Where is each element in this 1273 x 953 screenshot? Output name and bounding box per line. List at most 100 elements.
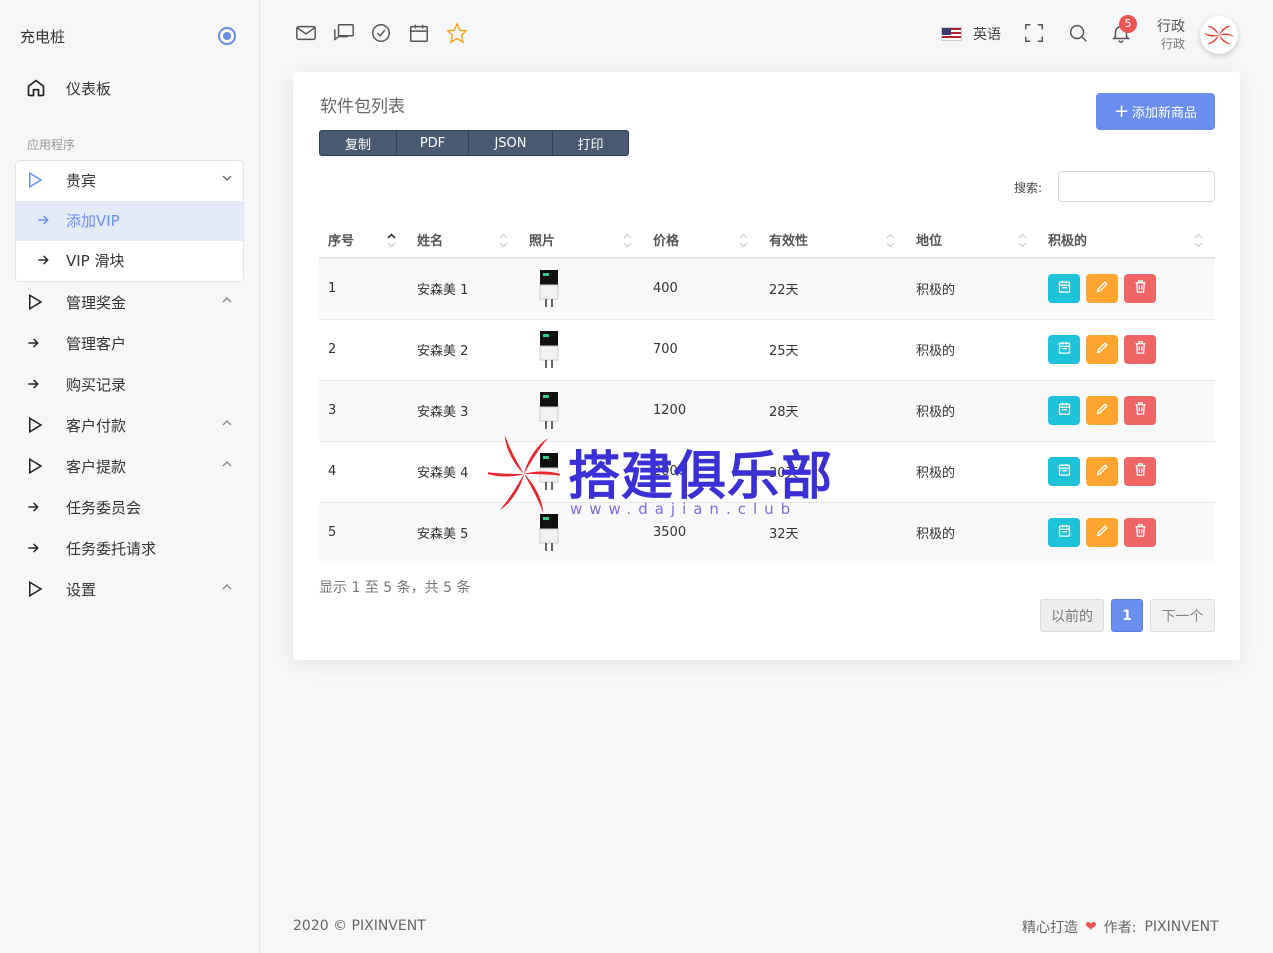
column-header-validity[interactable]: 有效性: [760, 222, 907, 259]
edit-button[interactable]: [1086, 274, 1118, 304]
sidebar-item-label: VIP 滑块: [66, 251, 125, 270]
fullscreen-icon[interactable]: [1023, 22, 1045, 44]
delete-button[interactable]: [1124, 335, 1156, 364]
sidebar-item-commission[interactable]: 任务委员会: [16, 487, 244, 527]
sidebar-item-vip-slider[interactable]: VIP 滑块: [16, 240, 244, 280]
check-circle-icon[interactable]: [370, 22, 392, 44]
search-input[interactable]: [1058, 171, 1215, 202]
sidebar-item-commission-requests[interactable]: 任务委托请求: [16, 528, 244, 568]
sidebar-item-payments[interactable]: 客户付款: [16, 405, 244, 445]
chevron-up-icon: [222, 420, 232, 426]
edit-button[interactable]: [1086, 335, 1118, 364]
sidebar-item-label: 管理奖金: [66, 293, 127, 312]
mail-icon[interactable]: [295, 22, 317, 44]
calendar-button[interactable]: [1048, 274, 1080, 304]
pagination-prev-button[interactable]: 以前的: [1040, 599, 1104, 632]
arrow-right-icon: [26, 377, 56, 391]
column-header-status[interactable]: 地位: [907, 222, 1039, 259]
pinwheel-logo-icon: [1204, 25, 1234, 45]
chevron-down-icon: [222, 175, 232, 181]
footer-made-with: 精心打造: [1022, 920, 1078, 936]
delete-button[interactable]: [1124, 457, 1156, 486]
sidebar-toggle-icon[interactable]: [218, 27, 236, 45]
footer-author[interactable]: PIXINVENT: [1144, 919, 1218, 935]
cell-id: 3: [319, 380, 408, 442]
sidebar-item-settings[interactable]: 设置: [16, 569, 244, 609]
sidebar-item-withdrawals[interactable]: 客户提款: [16, 446, 244, 486]
product-thumbnail[interactable]: [538, 269, 560, 308]
sidebar-item-label: 任务委员会: [66, 498, 142, 517]
calendar-button[interactable]: [1048, 518, 1080, 548]
sidebar-item-label: 任务委托请求: [66, 539, 157, 558]
cell-price: 400: [644, 258, 760, 320]
pencil-icon: [1095, 523, 1110, 542]
product-thumbnail[interactable]: [538, 391, 560, 430]
print-button[interactable]: 打印: [553, 131, 628, 155]
sidebar-item-customers[interactable]: 管理客户: [16, 323, 244, 363]
section-title: 应用程序: [27, 138, 76, 152]
language-label: 英语: [973, 27, 1001, 43]
edit-button[interactable]: [1086, 457, 1118, 486]
json-button[interactable]: JSON: [469, 131, 553, 155]
chat-icon[interactable]: [333, 22, 355, 44]
chevron-up-icon: [222, 461, 232, 467]
column-header-id[interactable]: 序号: [319, 222, 408, 259]
play-icon: [26, 293, 56, 311]
cell-status: 积极的: [907, 502, 1039, 563]
copy-button[interactable]: 复制: [320, 131, 397, 155]
product-thumbnail[interactable]: [538, 330, 560, 369]
column-header-price[interactable]: 价格: [644, 222, 760, 259]
calendar-button[interactable]: [1048, 457, 1080, 486]
cell-id: 4: [319, 441, 408, 503]
pencil-icon: [1095, 401, 1110, 420]
calendar-button[interactable]: [1048, 335, 1080, 364]
sidebar-item-add-vip[interactable]: 添加VIP: [16, 200, 244, 240]
product-thumbnail[interactable]: [538, 513, 560, 552]
home-icon: [26, 78, 56, 98]
cell-name: 安森美 2: [408, 319, 520, 381]
column-header-actions[interactable]: 积极的: [1039, 222, 1215, 259]
chevron-up-icon: [222, 584, 232, 590]
pagination-next-button[interactable]: 下一个: [1150, 599, 1215, 632]
sidebar-item-bonus[interactable]: 管理奖金: [16, 282, 244, 322]
watermark-url: www.dajian.club: [570, 500, 798, 518]
sidebar-item-vip[interactable]: 贵宾: [16, 160, 244, 200]
footer-credit: 精心打造 ❤ 作者: PIXINVENT: [1022, 917, 1219, 937]
pagination-page-button[interactable]: 1: [1111, 599, 1143, 632]
delete-button[interactable]: [1124, 518, 1156, 548]
edit-button[interactable]: [1086, 518, 1118, 548]
heart-icon: ❤: [1085, 919, 1097, 935]
sort-icon: [739, 233, 748, 248]
cell-validity: 28天: [760, 380, 907, 442]
sidebar-item-purchases[interactable]: 购买记录: [16, 364, 244, 404]
column-header-photo[interactable]: 照片: [520, 222, 644, 259]
calendar-button[interactable]: [1048, 396, 1080, 425]
brand-name[interactable]: 充电桩: [20, 26, 65, 47]
user-name[interactable]: 行政: [1157, 16, 1185, 36]
calendar-icon[interactable]: [408, 22, 430, 44]
pdf-button[interactable]: PDF: [397, 131, 469, 155]
sidebar-item-label: 客户提款: [66, 457, 127, 476]
sidebar-item-dashboard[interactable]: 仪表板: [16, 68, 244, 108]
sidebar-item-label: 添加VIP: [66, 211, 120, 230]
cell-actions: [1039, 441, 1215, 503]
avatar[interactable]: [1200, 16, 1238, 54]
arrow-right-icon: [36, 213, 64, 227]
arrow-right-icon: [26, 541, 56, 555]
edit-button[interactable]: [1086, 396, 1118, 425]
cell-actions: [1039, 258, 1215, 320]
card-title: 软件包列表: [320, 97, 405, 117]
cell-id: 2: [319, 319, 408, 381]
delete-button[interactable]: [1124, 396, 1156, 425]
add-product-button[interactable]: + 添加新商品: [1096, 93, 1215, 130]
cell-status: 积极的: [907, 441, 1039, 503]
watermark-text: 搭建俱乐部: [568, 446, 834, 507]
column-header-name[interactable]: 姓名: [408, 222, 520, 259]
delete-button[interactable]: [1124, 274, 1156, 304]
plus-icon: +: [1113, 100, 1130, 122]
language-selector[interactable]: 英语: [941, 24, 1001, 44]
search-icon[interactable]: [1067, 22, 1089, 44]
trash-icon: [1133, 279, 1148, 298]
calendar-icon: [1057, 340, 1072, 359]
star-icon[interactable]: [446, 22, 468, 44]
